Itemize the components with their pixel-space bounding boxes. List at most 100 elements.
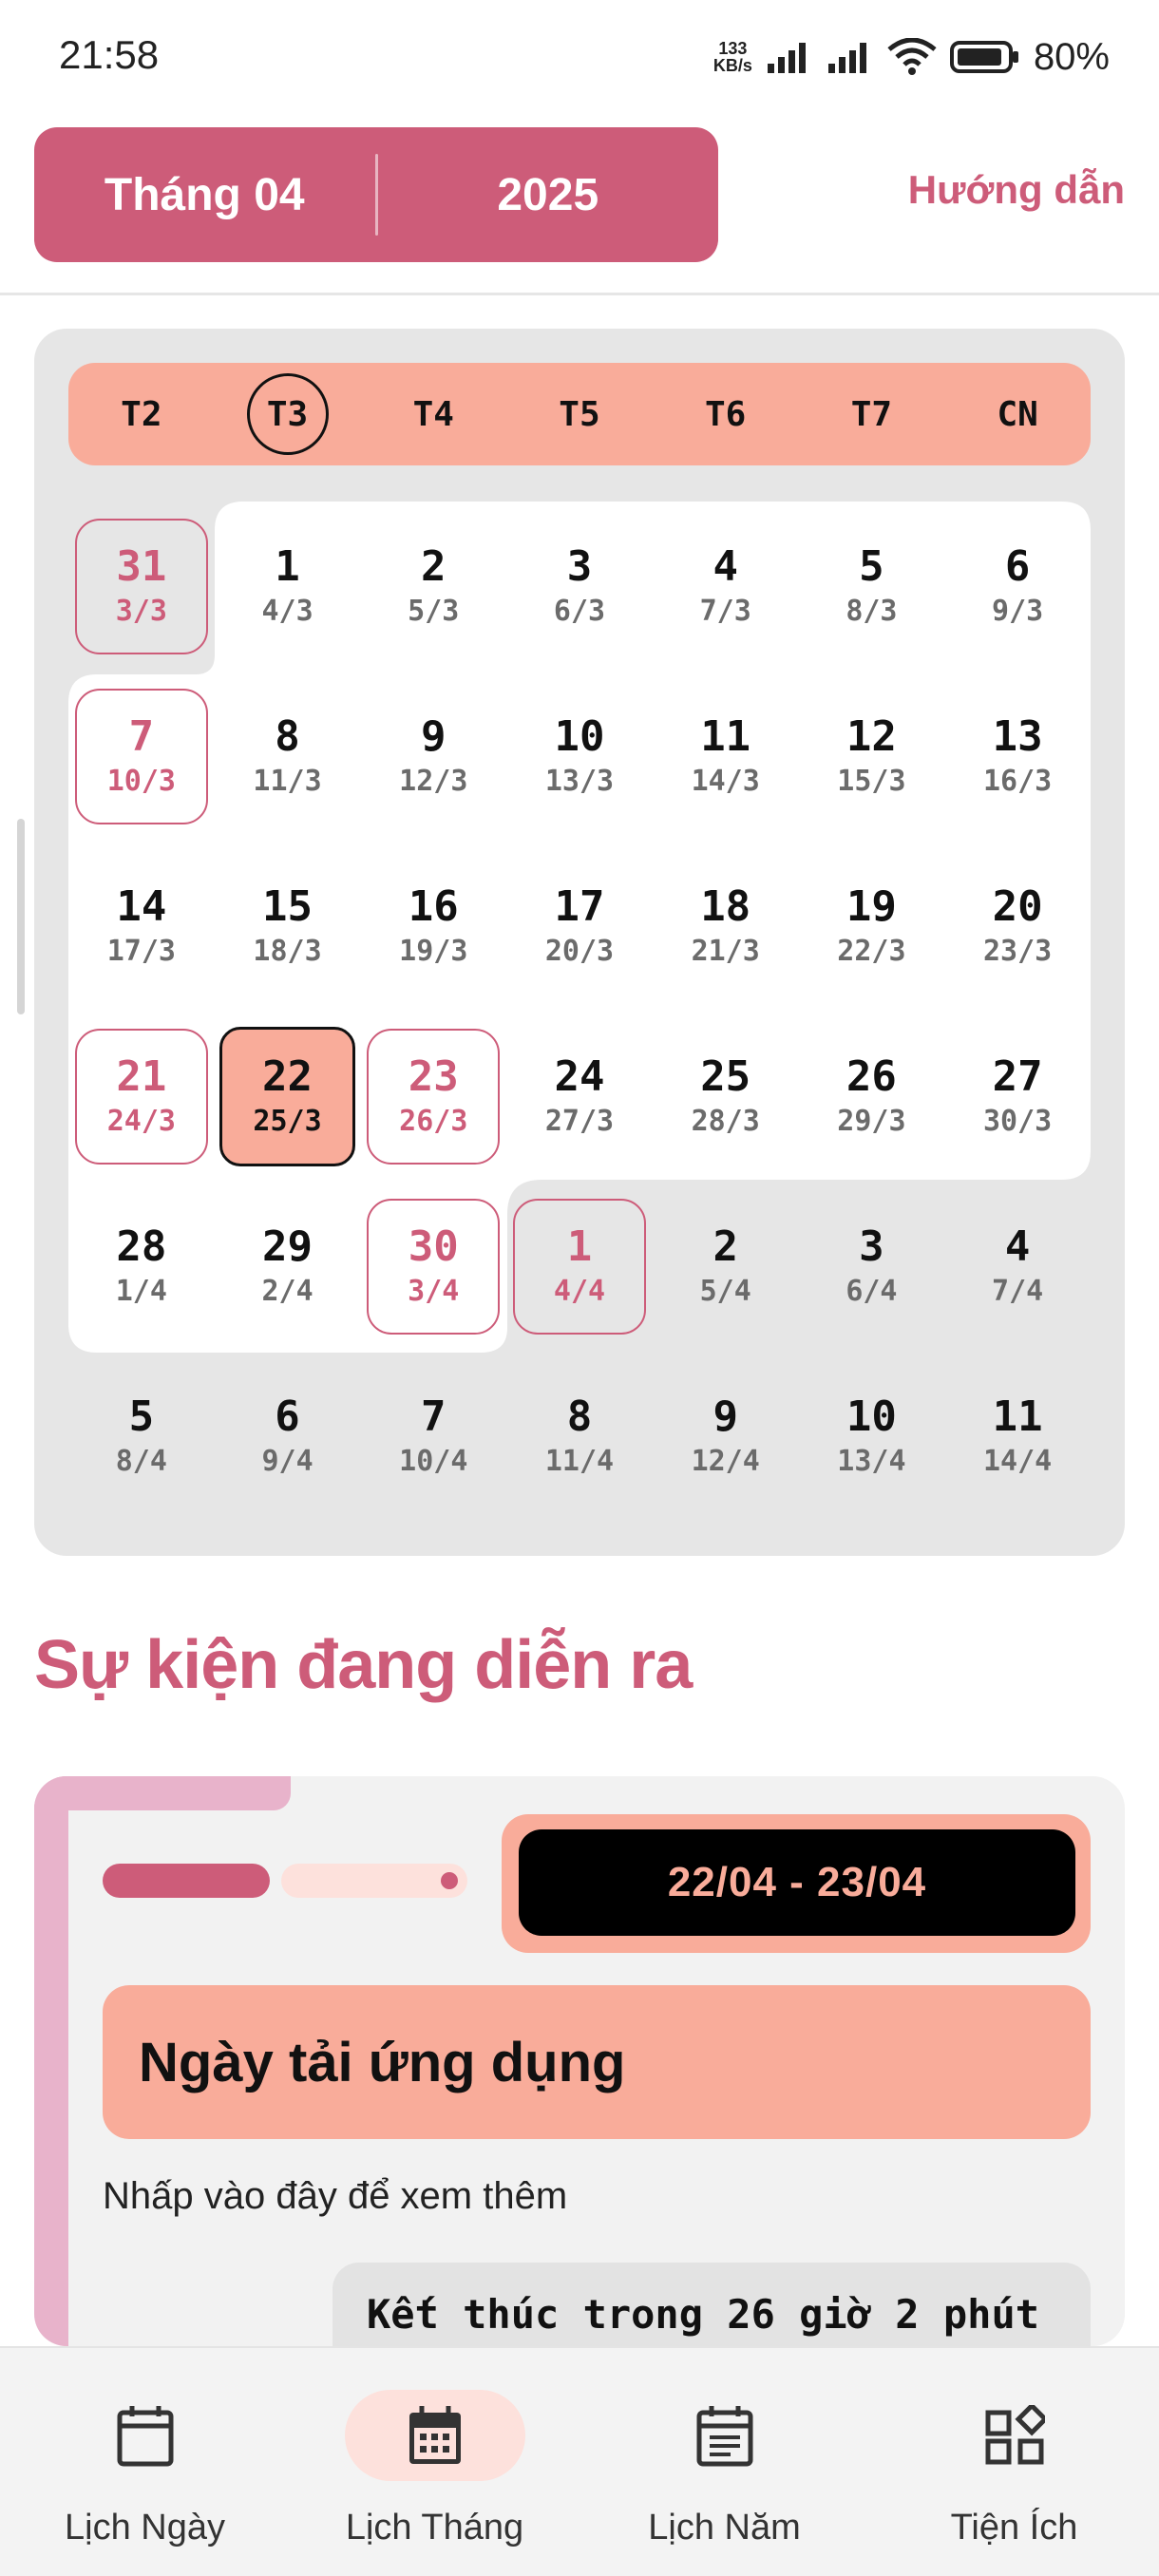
calendar-day[interactable]: 7 10/4 bbox=[360, 1352, 506, 1522]
month-selector[interactable]: Tháng 04 bbox=[34, 169, 375, 221]
calendar-day[interactable]: 18 21/3 bbox=[653, 842, 799, 1012]
calendar-day[interactable]: 1 4/3 bbox=[215, 502, 361, 672]
calendar-day[interactable]: 21 24/3 bbox=[68, 1012, 215, 1182]
nav-lich-ngay[interactable]: Lịch Ngày bbox=[0, 2348, 290, 2576]
lunar-date: 4/3 bbox=[261, 594, 314, 628]
calendar-day-icon bbox=[117, 2406, 173, 2467]
lunar-date: 25/3 bbox=[253, 1104, 322, 1138]
calendar-day[interactable]: 14 17/3 bbox=[68, 842, 215, 1012]
calendar-day[interactable]: 5 8/3 bbox=[799, 502, 945, 672]
solar-date: 9 bbox=[712, 1392, 738, 1442]
widgets-icon bbox=[985, 2405, 1045, 2465]
calendar-day[interactable]: 6 9/4 bbox=[215, 1352, 361, 1522]
calendar-day[interactable]: 16 19/3 bbox=[360, 842, 506, 1012]
calendar-day[interactable]: 9 12/3 bbox=[360, 672, 506, 842]
solar-date: 6 bbox=[1004, 542, 1031, 592]
lunar-date: 5/3 bbox=[408, 594, 460, 628]
lunar-date: 26/3 bbox=[399, 1104, 468, 1138]
calendar-day[interactable]: 13 16/3 bbox=[944, 672, 1091, 842]
lunar-date: 27/3 bbox=[544, 1104, 615, 1138]
lunar-date: 4/4 bbox=[553, 1274, 606, 1308]
calendar-day[interactable]: 6 9/3 bbox=[944, 502, 1091, 672]
lunar-date: 9/3 bbox=[992, 594, 1044, 628]
lunar-date: 14/4 bbox=[983, 1444, 1053, 1478]
days-grid: 31 3/3 1 4/3 2 5/3 3 6/3 4 7/3 5 8/3 6 9/3 7 10/3 8 11/3 9… bbox=[68, 502, 1091, 1522]
calendar-day[interactable]: 20 23/3 bbox=[944, 842, 1091, 1012]
solar-date: 28 bbox=[116, 1222, 167, 1272]
guide-link[interactable]: Hướng dẫn bbox=[908, 167, 1125, 213]
solar-date: 21 bbox=[116, 1052, 167, 1102]
calendar-day[interactable]: 15 18/3 bbox=[215, 842, 361, 1012]
calendar-day[interactable]: 7 10/3 bbox=[68, 672, 215, 842]
month-year-selector[interactable]: Tháng 04 2025 bbox=[34, 127, 718, 262]
calendar-day[interactable]: 27 30/3 bbox=[944, 1012, 1091, 1182]
solar-date: 9 bbox=[421, 712, 446, 762]
calendar-day[interactable]: 25 28/3 bbox=[653, 1012, 799, 1182]
network-speed: 133 KB/s bbox=[712, 39, 752, 75]
solar-date: 10 bbox=[846, 1392, 897, 1442]
event-progress-filled bbox=[103, 1864, 270, 1898]
event-accent bbox=[34, 1776, 291, 1810]
solar-date: 16 bbox=[408, 882, 459, 932]
solar-date: 29 bbox=[262, 1222, 314, 1272]
battery-level: 80% bbox=[1033, 35, 1110, 78]
calendar-day[interactable]: 10 13/3 bbox=[506, 672, 653, 842]
calendar-day[interactable]: 26 29/3 bbox=[799, 1012, 945, 1182]
calendar-day[interactable]: 30 3/4 bbox=[360, 1182, 506, 1352]
solar-date: 17 bbox=[554, 882, 605, 932]
calendar-day[interactable]: 29 2/4 bbox=[215, 1182, 361, 1352]
year-selector[interactable]: 2025 bbox=[378, 169, 719, 221]
calendar-day[interactable]: 3 6/4 bbox=[799, 1182, 945, 1352]
solar-date: 5 bbox=[128, 1392, 155, 1442]
calendar-day[interactable]: 11 14/4 bbox=[944, 1352, 1091, 1522]
solar-date: 7 bbox=[421, 1392, 446, 1442]
lunar-date: 2/4 bbox=[261, 1274, 314, 1308]
calendar-day[interactable]: 10 13/4 bbox=[799, 1352, 945, 1522]
solar-date: 11 bbox=[700, 712, 751, 762]
calendar-day[interactable]: 4 7/3 bbox=[653, 502, 799, 672]
calendar-day[interactable]: 2 5/3 bbox=[360, 502, 506, 672]
lunar-date: 10/4 bbox=[399, 1444, 468, 1478]
nav-lich-thang[interactable]: Lịch Tháng bbox=[290, 2348, 580, 2576]
calendar-day[interactable]: 1 4/4 bbox=[506, 1182, 653, 1352]
lunar-date: 9/4 bbox=[261, 1444, 314, 1478]
lunar-date: 22/3 bbox=[837, 934, 906, 968]
lunar-date: 5/4 bbox=[699, 1274, 751, 1308]
calendar-day[interactable]: 9 12/4 bbox=[653, 1352, 799, 1522]
solar-date: 8 bbox=[275, 712, 300, 762]
calendar-day[interactable]: 23 26/3 bbox=[360, 1012, 506, 1182]
event-hint[interactable]: Nhấp vào đây để xem thêm bbox=[103, 2175, 567, 2218]
calendar-day[interactable]: 5 8/4 bbox=[68, 1352, 215, 1522]
lunar-date: 1/4 bbox=[115, 1274, 167, 1308]
calendar-day[interactable]: 12 15/3 bbox=[799, 672, 945, 842]
event-name[interactable]: Ngày tải ứng dụng bbox=[103, 1985, 1091, 2139]
event-card[interactable]: 22/04 - 23/04 Ngày tải ứng dụng Nhấp vào… bbox=[34, 1776, 1125, 2346]
nav-lich-nam[interactable]: Lịch Năm bbox=[580, 2348, 869, 2576]
solar-date: 2 bbox=[712, 1222, 738, 1272]
lunar-date: 10/3 bbox=[106, 764, 176, 798]
calendar-day[interactable]: 3 6/3 bbox=[506, 502, 653, 672]
solar-date: 14 bbox=[116, 882, 167, 932]
lunar-date: 28/3 bbox=[691, 1104, 760, 1138]
solar-date: 26 bbox=[846, 1052, 897, 1102]
calendar-day[interactable]: 31 3/3 bbox=[68, 502, 215, 672]
calendar-day[interactable]: 24 27/3 bbox=[506, 1012, 653, 1182]
calendar-day[interactable]: 4 7/4 bbox=[944, 1182, 1091, 1352]
calendar-day[interactable]: 17 20/3 bbox=[506, 842, 653, 1012]
wifi-icon bbox=[887, 38, 937, 75]
lunar-date: 8/4 bbox=[115, 1444, 167, 1478]
events-section-title: Sự kiện đang diễn ra bbox=[34, 1627, 693, 1703]
solar-date: 27 bbox=[992, 1052, 1043, 1102]
calendar-day-selected[interactable]: 22 25/3 bbox=[215, 1012, 361, 1182]
calendar-day[interactable]: 19 22/3 bbox=[799, 842, 945, 1012]
solar-date: 13 bbox=[992, 712, 1043, 762]
status-time: 21:58 bbox=[59, 32, 160, 77]
nav-tien-ich[interactable]: Tiện Ích bbox=[869, 2348, 1159, 2576]
calendar-day[interactable]: 11 14/3 bbox=[653, 672, 799, 842]
calendar-day[interactable]: 2 5/4 bbox=[653, 1182, 799, 1352]
calendar-day[interactable]: 28 1/4 bbox=[68, 1182, 215, 1352]
solar-date: 8 bbox=[566, 1392, 593, 1442]
header-divider bbox=[0, 293, 1159, 295]
calendar-day[interactable]: 8 11/3 bbox=[215, 672, 361, 842]
calendar-day[interactable]: 8 11/4 bbox=[506, 1352, 653, 1522]
